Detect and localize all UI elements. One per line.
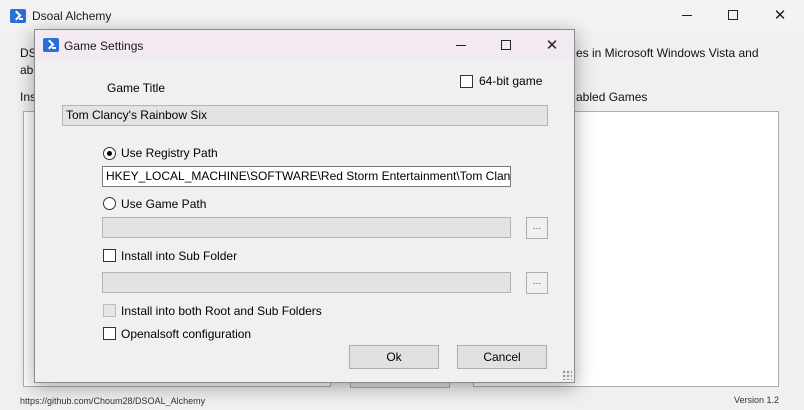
main-minimize-button[interactable]: [667, 0, 707, 30]
maximize-icon: [501, 40, 511, 50]
dialog-title: Game Settings: [64, 39, 144, 53]
minimize-icon: [456, 44, 466, 46]
cancel-button[interactable]: Cancel: [457, 345, 547, 369]
game-title-label: Game Title: [107, 81, 166, 95]
use-game-path-label[interactable]: Use Game Path: [121, 197, 206, 211]
ok-button[interactable]: Ok: [349, 345, 439, 369]
install-both-label[interactable]: Install into both Root and Sub Folders: [121, 304, 322, 318]
game-settings-dialog: Game Settings ✕ Game Title 64-bit game T…: [34, 29, 575, 383]
main-maximize-button[interactable]: [713, 0, 753, 30]
version-label: Version 1.2: [734, 395, 780, 405]
use-registry-radio[interactable]: [103, 147, 116, 160]
main-titlebar: Dsoal Alchemy ✕: [0, 0, 804, 31]
main-close-button[interactable]: ✕: [760, 0, 800, 30]
maximize-icon: [728, 10, 738, 20]
use-registry-label[interactable]: Use Registry Path: [121, 146, 218, 160]
dialog-maximize-button[interactable]: [486, 30, 526, 60]
enabled-games-label: abled Games: [576, 90, 648, 104]
main-window-title: Dsoal Alchemy: [32, 9, 112, 23]
game-title-field[interactable]: Tom Clancy's Rainbow Six: [62, 105, 548, 126]
install-sub-folder-label[interactable]: Install into Sub Folder: [121, 249, 237, 263]
openal-config-label[interactable]: Openalsoft configuration: [121, 327, 251, 341]
bit64-checkbox[interactable]: [460, 75, 473, 88]
use-game-path-radio[interactable]: [103, 197, 116, 210]
resize-grip-icon[interactable]: [562, 370, 572, 380]
bit64-label[interactable]: 64-bit game: [479, 74, 542, 88]
registry-path-field[interactable]: HKEY_LOCAL_MACHINE\SOFTWARE\Red Storm En…: [102, 166, 511, 187]
dialog-titlebar: Game Settings ✕: [35, 30, 574, 60]
minimize-icon: [682, 14, 692, 16]
close-icon: ✕: [773, 5, 787, 24]
dialog-minimize-button[interactable]: [441, 30, 481, 60]
openal-config-checkbox[interactable]: [103, 327, 116, 340]
game-path-field[interactable]: [102, 217, 511, 238]
dialog-close-button[interactable]: ✕: [532, 30, 572, 60]
app-icon: [10, 9, 26, 23]
sub-folder-browse-button[interactable]: ...: [526, 272, 548, 294]
sub-folder-field[interactable]: [102, 272, 511, 293]
intro-text-fragment: es in Microsoft Windows Vista and: [576, 46, 759, 60]
game-path-browse-button[interactable]: ...: [526, 217, 548, 239]
close-icon: ✕: [545, 35, 559, 54]
intro-text-fragment: ab: [20, 63, 34, 77]
install-both-checkbox[interactable]: [103, 304, 116, 317]
status-url[interactable]: https://github.com/Choum28/DSOAL_Alchemy: [20, 396, 205, 406]
install-sub-folder-checkbox[interactable]: [103, 249, 116, 262]
dialog-app-icon: [43, 38, 59, 52]
